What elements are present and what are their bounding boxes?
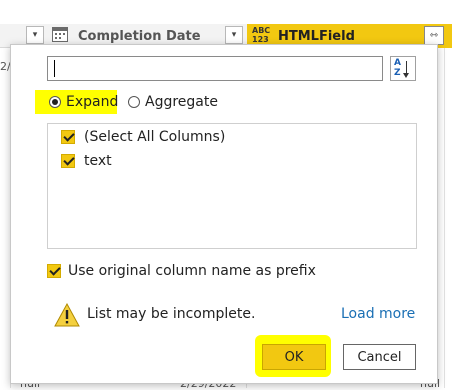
ok-button[interactable]: OK [262, 344, 326, 370]
chevron-down-icon: ▾ [231, 30, 237, 40]
prefix-label[interactable]: Use original column name as prefix [68, 263, 316, 279]
expand-column-button[interactable]: ⇿ [424, 26, 444, 45]
completion-date-header[interactable]: Completion Date [78, 29, 201, 44]
search-input[interactable] [47, 56, 383, 81]
select-all-label[interactable]: (Select All Columns) [84, 129, 225, 145]
sort-letter-z: Z [394, 68, 401, 78]
aggregate-radio-label[interactable]: Aggregate [145, 94, 218, 110]
warning-icon [54, 303, 80, 327]
prefix-checkbox[interactable] [47, 264, 61, 278]
select-all-checkbox[interactable] [61, 130, 75, 144]
completion-date-filter-dropdown[interactable]: ▾ [225, 26, 243, 44]
text-column-checkbox[interactable] [61, 154, 75, 168]
incomplete-list-warning: List may be incomplete. [87, 306, 256, 322]
cancel-button[interactable]: Cancel [343, 344, 416, 370]
chevron-down-icon: ▾ [32, 30, 38, 40]
any-type-icon: ABC 123 [252, 26, 271, 44]
column-divider [444, 48, 445, 388]
expand-arrows-icon: ⇿ [429, 30, 439, 41]
calendar-icon [52, 27, 68, 42]
aggregate-radio[interactable] [128, 96, 140, 108]
expand-radio[interactable] [49, 96, 61, 108]
sort-button[interactable]: A Z [390, 56, 416, 81]
column-filter-dropdown[interactable]: ▾ [26, 26, 44, 44]
text-column-label[interactable]: text [84, 153, 112, 169]
load-more-link[interactable]: Load more [341, 306, 415, 322]
htmlfield-header-label: HTMLField [278, 29, 355, 44]
text-caret [54, 60, 55, 77]
sort-az-icon [403, 61, 409, 78]
sort-letter-a: A [394, 58, 401, 68]
expand-radio-label[interactable]: Expand [66, 94, 118, 110]
